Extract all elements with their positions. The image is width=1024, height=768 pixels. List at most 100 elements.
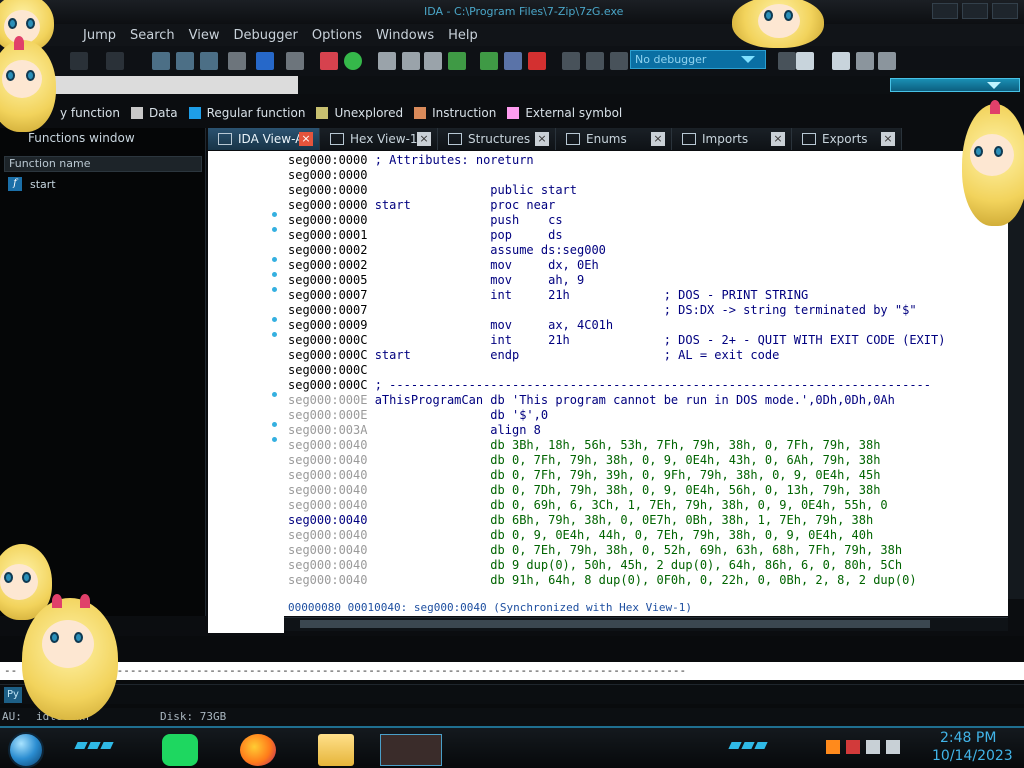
- python-button[interactable]: Py: [4, 687, 22, 703]
- breakpoint-dot[interactable]: [272, 287, 277, 292]
- disassembly-line[interactable]: seg000:0040 db 3Bh, 18h, 56h, 53h, 7Fh, …: [288, 438, 880, 453]
- disassembly-line[interactable]: seg000:0005 mov ah, 9: [288, 273, 584, 288]
- disassembly-line[interactable]: seg000:000C: [288, 363, 367, 378]
- disassembly-line[interactable]: seg000:0007 int 21h ; DOS - PRINT STRING: [288, 288, 808, 303]
- disassembly-line[interactable]: seg000:0000 push cs: [288, 213, 563, 228]
- delete-icon[interactable]: [528, 52, 546, 70]
- app-tray-icon[interactable]: [826, 740, 840, 754]
- nav-dropdown[interactable]: [890, 78, 1020, 92]
- breakpoint-dot[interactable]: [272, 422, 277, 427]
- close-icon[interactable]: ×: [535, 132, 549, 146]
- menu-view[interactable]: View: [182, 28, 227, 43]
- disassembly-line[interactable]: seg000:000C int 21h ; DOS - 2+ - QUIT WI…: [288, 333, 945, 348]
- disassembly-view[interactable]: seg000:0000 ; Attributes: noreturn seg000…: [284, 151, 1008, 599]
- breakpoint-dot[interactable]: [272, 212, 277, 217]
- disassembly-line[interactable]: seg000:0000 start proc near: [288, 198, 555, 213]
- windows-icon[interactable]: [878, 52, 896, 70]
- breakpoint-dot[interactable]: [272, 257, 277, 262]
- disassembly-line[interactable]: seg000:000C start endp ; AL = exit code: [288, 348, 779, 363]
- disassembly-line[interactable]: seg000:0040 db 9 dup(0), 50h, 45h, 2 dup…: [288, 558, 902, 573]
- breakpoint-dot[interactable]: [272, 392, 277, 397]
- ida-window-thumbnail[interactable]: [380, 734, 442, 766]
- disassembly-line[interactable]: seg000:000C ; --------------------------…: [288, 378, 931, 393]
- disassembly-line[interactable]: seg000:0040 db 0, 7Fh, 79h, 38h, 0, 9, 0…: [288, 453, 880, 468]
- debug-option-icon[interactable]: [778, 52, 796, 70]
- disassembly-line[interactable]: seg000:0002 mov dx, 0Eh: [288, 258, 599, 273]
- edit-icon[interactable]: [504, 52, 522, 70]
- clipboard-icon[interactable]: [832, 52, 850, 70]
- close-icon[interactable]: ×: [299, 132, 313, 146]
- clock-time[interactable]: 2:48 PM: [940, 730, 996, 746]
- close-icon[interactable]: ×: [771, 132, 785, 146]
- breakpoint-dot[interactable]: [272, 317, 277, 322]
- maximize-button[interactable]: [962, 3, 988, 19]
- add-icon[interactable]: [448, 52, 466, 70]
- network-icon[interactable]: [866, 740, 880, 754]
- run-icon[interactable]: [344, 52, 362, 70]
- ascii-icon[interactable]: [424, 52, 442, 70]
- disassembly-line[interactable]: seg000:000E db '$',0: [288, 408, 548, 423]
- menu-help[interactable]: Help: [441, 28, 485, 43]
- breakpoint-dot[interactable]: [272, 332, 277, 337]
- patch-icon[interactable]: [228, 52, 246, 70]
- tab-structures[interactable]: Structures ×: [438, 128, 556, 150]
- jump-icon[interactable]: [256, 52, 274, 70]
- close-button[interactable]: [992, 3, 1018, 19]
- notes-app-icon[interactable]: [162, 734, 198, 766]
- disassembly-line[interactable]: seg000:0009 mov ax, 4C01h: [288, 318, 613, 333]
- disassembly-line[interactable]: seg000:0040 db 0, 7Fh, 79h, 39h, 0, 9Fh,…: [288, 468, 880, 483]
- close-icon[interactable]: ×: [881, 132, 895, 146]
- data-icon[interactable]: [402, 52, 420, 70]
- settings-icon[interactable]: [796, 52, 814, 70]
- close-icon[interactable]: ×: [417, 132, 431, 146]
- flag-icon[interactable]: [846, 740, 860, 754]
- breakpoint-dot[interactable]: [272, 272, 277, 277]
- code-icon[interactable]: [378, 52, 396, 70]
- disassembly-line[interactable]: seg000:0040 db 0, 9, 0E4h, 44h, 0, 7Eh, …: [288, 528, 873, 543]
- menu-search[interactable]: Search: [123, 28, 182, 43]
- tab-imports[interactable]: Imports ×: [672, 128, 792, 150]
- menu-debugger[interactable]: Debugger: [227, 28, 305, 43]
- navigation-band[interactable]: [0, 76, 1024, 94]
- play-icon[interactable]: [562, 52, 580, 70]
- menu-jump[interactable]: Jump: [76, 28, 123, 43]
- disassembly-line[interactable]: seg000:0002 assume ds:seg000: [288, 243, 606, 258]
- clock-date[interactable]: 10/14/2023: [932, 748, 1013, 764]
- back-arrow-icon[interactable]: [70, 52, 88, 70]
- disassembly-line[interactable]: seg000:0007 ; DS:DX -> string terminated…: [288, 303, 917, 318]
- minimize-button[interactable]: [932, 3, 958, 19]
- file-explorer-icon[interactable]: [318, 734, 354, 766]
- disassembly-line[interactable]: seg000:0000 public start: [288, 183, 577, 198]
- disassembly-line[interactable]: seg000:0040 db 0, 7Eh, 79h, 38h, 0, 52h,…: [288, 543, 902, 558]
- breakpoint-dot[interactable]: [272, 437, 277, 442]
- stop-icon[interactable]: [610, 52, 628, 70]
- graph-icon[interactable]: [176, 52, 194, 70]
- disassembly-line[interactable]: seg000:003A align 8: [288, 423, 541, 438]
- plus-icon[interactable]: [480, 52, 498, 70]
- breakpoint-dot[interactable]: [272, 227, 277, 232]
- forward-arrow-icon[interactable]: [106, 52, 124, 70]
- firefox-icon[interactable]: [240, 734, 276, 766]
- search-icon[interactable]: [286, 52, 304, 70]
- disassembly-line[interactable]: seg000:0000 ; Attributes: noreturn: [288, 153, 534, 168]
- scroll-thumb[interactable]: [300, 620, 930, 628]
- disassembly-line[interactable]: seg000:0040 db 0, 69h, 6, 3Ch, 1, 7Eh, 7…: [288, 498, 888, 513]
- structure-icon[interactable]: [152, 52, 170, 70]
- disassembly-line[interactable]: seg000:0001 pop ds: [288, 228, 563, 243]
- volume-icon[interactable]: [886, 740, 900, 754]
- start-button[interactable]: [8, 732, 44, 768]
- close-icon[interactable]: ×: [651, 132, 665, 146]
- disassembly-line[interactable]: seg000:0040 db 0, 7Dh, 79h, 38h, 0, 9, 0…: [288, 483, 880, 498]
- horizontal-scrollbar[interactable]: [284, 617, 1008, 631]
- tab-enums[interactable]: Enums ×: [556, 128, 672, 150]
- menu-options[interactable]: Options: [305, 28, 369, 43]
- warning-icon[interactable]: [320, 52, 338, 70]
- function-name-column-header[interactable]: Function name: [4, 156, 202, 172]
- tab-hex-view-1[interactable]: Hex View-1 ×: [320, 128, 438, 150]
- python-command-line[interactable]: Py: [0, 684, 1024, 704]
- disassembly-line[interactable]: seg000:0040 db 91h, 64h, 8 dup(0), 0F0h,…: [288, 573, 917, 588]
- tab-ida-view-a[interactable]: IDA View-A ×: [208, 128, 320, 150]
- text-view-icon[interactable]: [200, 52, 218, 70]
- debugger-select[interactable]: No debugger: [630, 50, 766, 69]
- tab-exports[interactable]: Exports ×: [792, 128, 902, 150]
